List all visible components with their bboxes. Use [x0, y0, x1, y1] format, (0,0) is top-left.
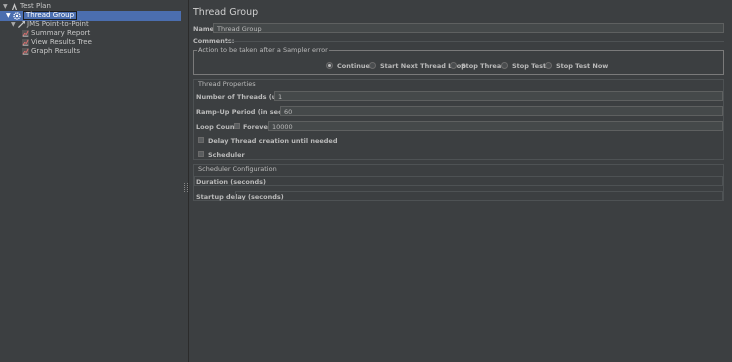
radio-stop-test[interactable]: Stop Test	[501, 62, 546, 70]
expand-arrow-icon[interactable]: ▼	[11, 20, 16, 29]
forever-checkbox[interactable]	[234, 123, 240, 129]
tree-item-graph-results[interactable]: Graph Results	[0, 47, 180, 56]
loop-count-input[interactable]: 10000	[268, 121, 723, 131]
radio-icon[interactable]	[545, 62, 552, 69]
tree-item-label: Thread Group	[23, 11, 78, 20]
radio-continue[interactable]: Continue	[326, 62, 370, 70]
forever-label: Forever	[243, 123, 272, 131]
radio-label: Continue	[337, 62, 370, 70]
page-title: Thread Group	[193, 7, 259, 18]
listener-chart-icon	[22, 30, 29, 37]
rampup-input[interactable]: 60	[280, 106, 723, 116]
tree-item-label: JMS Point-to-Point	[27, 20, 89, 28]
radio-label: Stop Thread	[461, 62, 506, 70]
radio-label: Stop Test Now	[556, 62, 609, 70]
delay-thread-label: Delay Thread creation until needed	[208, 137, 338, 145]
threads-input[interactable]: 1	[274, 91, 723, 101]
splitter-grip-icon[interactable]	[184, 183, 188, 192]
sampler-error-group: Action to be taken after a Sampler error…	[193, 46, 724, 75]
radio-icon[interactable]	[369, 62, 376, 69]
radio-icon[interactable]	[450, 62, 457, 69]
listener-chart-icon	[22, 39, 29, 46]
thread-group-panel: Thread Group Name: Thread Group Comments…	[189, 0, 732, 362]
comments-field[interactable]	[225, 41, 724, 42]
radio-label: Stop Test	[512, 62, 547, 70]
tree-item-summary-report[interactable]: Summary Report	[0, 29, 180, 38]
name-input[interactable]: Thread Group	[213, 23, 724, 33]
radio-selected-icon[interactable]	[326, 62, 333, 69]
tree-item-label: View Results Tree	[31, 38, 92, 46]
tree-item-label: Graph Results	[31, 47, 80, 55]
radio-stop-test-now[interactable]: Stop Test Now	[545, 62, 608, 70]
tree-item-thread-group[interactable]: ▼ Thread Group	[0, 11, 181, 21]
tree-item-jms-point-to-point[interactable]: ▼ JMS Point-to-Point	[0, 20, 180, 29]
test-plan-tree[interactable]: ▼ Test Plan ▼ Thread Group ▼ JMS Point-t…	[0, 0, 184, 362]
scheduler-config-title: Scheduler Configuration	[198, 165, 277, 173]
scheduler-config-group: Scheduler Configuration Duration (second…	[193, 164, 724, 201]
radio-stop-thread[interactable]: Stop Thread	[450, 62, 506, 70]
sampler-error-title: Action to be taken after a Sampler error	[197, 46, 329, 54]
scheduler-checkbox[interactable]	[198, 151, 204, 157]
thread-properties-title: Thread Properties	[198, 80, 256, 88]
startup-delay-input[interactable]	[235, 191, 723, 201]
expand-arrow-icon[interactable]: ▼	[3, 2, 8, 11]
scheduler-label: Scheduler	[208, 151, 245, 159]
thread-properties-group: Thread Properties Number of Threads (use…	[193, 79, 724, 160]
tree-item-view-results-tree[interactable]: View Results Tree	[0, 38, 180, 47]
tree-item-label: Test Plan	[20, 2, 51, 10]
duration-input[interactable]	[194, 176, 723, 186]
sampler-icon	[18, 21, 25, 28]
delay-thread-checkbox[interactable]	[198, 137, 204, 143]
listener-chart-icon	[22, 48, 29, 55]
gear-icon	[13, 12, 21, 20]
test-plan-icon	[11, 3, 18, 10]
tree-item-label: Summary Report	[31, 29, 91, 37]
radio-icon[interactable]	[501, 62, 508, 69]
tree-item-test-plan[interactable]: ▼ Test Plan	[0, 2, 180, 11]
expand-arrow-icon[interactable]: ▼	[6, 11, 11, 20]
